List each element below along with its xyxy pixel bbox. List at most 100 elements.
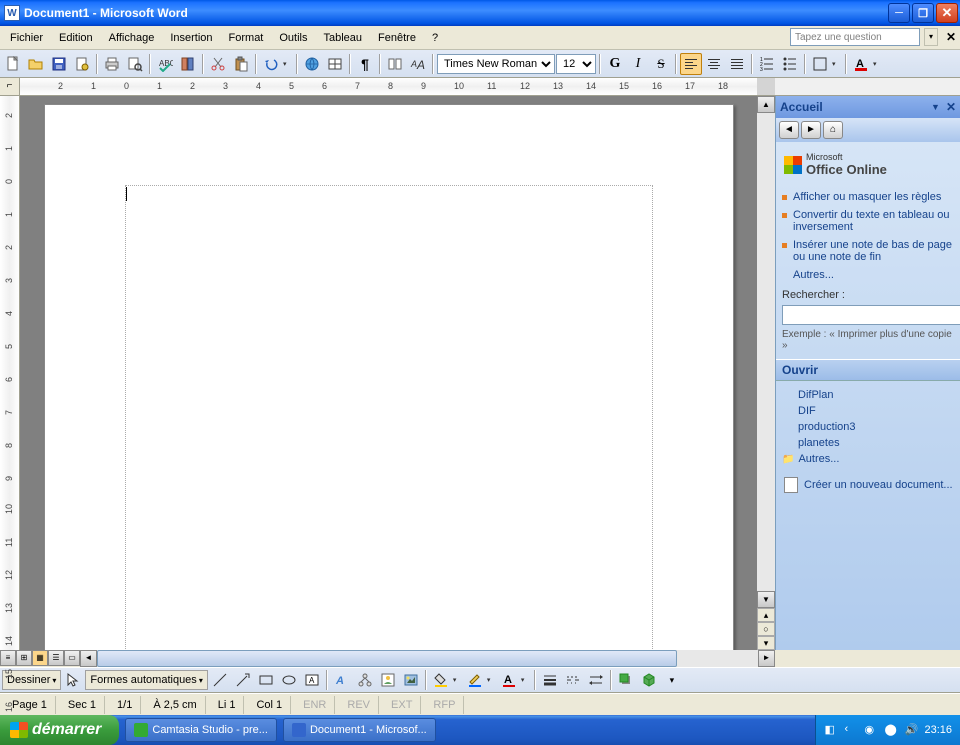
spellcheck-icon[interactable]: ABC <box>154 53 176 75</box>
link-others[interactable]: Autres... <box>782 269 954 281</box>
scroll-up-button[interactable]: ▲ <box>757 96 775 113</box>
help-search-input[interactable] <box>790 28 920 46</box>
3d-style-icon[interactable] <box>638 669 660 691</box>
menu-tableau[interactable]: Tableau <box>316 26 371 49</box>
status-ext[interactable]: EXT <box>383 696 421 714</box>
font-color-draw-icon[interactable]: A <box>498 669 520 691</box>
save-icon[interactable] <box>48 53 70 75</box>
clipart-icon[interactable] <box>377 669 399 691</box>
scroll-down-button[interactable]: ▼ <box>757 591 775 608</box>
font-color-draw-dropdown[interactable]: ▾ <box>521 676 531 684</box>
normal-view-button[interactable]: ≡ <box>0 650 16 666</box>
menu-edition[interactable]: Edition <box>51 26 101 49</box>
nav-forward-button[interactable]: ► <box>801 121 821 139</box>
ruler-corner[interactable]: ⌐ <box>0 78 20 95</box>
tray-icon[interactable]: ⬤ <box>884 723 898 737</box>
menu-help[interactable]: ? <box>424 26 446 49</box>
arrow-style-icon[interactable] <box>585 669 607 691</box>
create-new-document[interactable]: Créer un nouveau document... <box>782 477 954 493</box>
font-color-dropdown[interactable]: ▾ <box>873 60 883 68</box>
link-show-rulers[interactable]: Afficher ou masquer les règles <box>782 191 954 203</box>
minimize-button[interactable]: ─ <box>888 3 910 23</box>
tray-icon[interactable]: ◉ <box>864 723 878 737</box>
nav-back-button[interactable]: ◄ <box>779 121 799 139</box>
autoshapes-menu[interactable]: Formes automatiques ▾ <box>85 670 207 690</box>
tables-borders-icon[interactable] <box>324 53 346 75</box>
reading-view-button[interactable]: ▭ <box>64 650 80 666</box>
tray-icon[interactable]: ◧ <box>824 723 838 737</box>
menu-format[interactable]: Format <box>221 26 272 49</box>
menu-insertion[interactable]: Insertion <box>162 26 220 49</box>
select-objects-icon[interactable] <box>62 669 84 691</box>
line-style-icon[interactable] <box>539 669 561 691</box>
print-icon[interactable] <box>101 53 123 75</box>
borders-dropdown[interactable]: ▾ <box>832 60 842 68</box>
cut-icon[interactable] <box>207 53 229 75</box>
bullet-list-button[interactable] <box>779 53 801 75</box>
file-dif[interactable]: DIF <box>782 403 954 419</box>
status-rev[interactable]: REV <box>339 696 379 714</box>
new-document-icon[interactable] <box>2 53 24 75</box>
fill-color-dropdown[interactable]: ▾ <box>453 676 463 684</box>
line-tool-icon[interactable] <box>209 669 231 691</box>
font-family-select[interactable]: Times New Roman <box>437 54 555 74</box>
horizontal-scrollbar[interactable]: ◄ ► <box>80 650 775 667</box>
menu-fichier[interactable]: Fichier <box>2 26 51 49</box>
hscroll-thumb[interactable] <box>97 650 677 667</box>
document-close-button[interactable]: ✕ <box>942 26 960 49</box>
prev-page-button[interactable]: ▴ <box>757 608 775 622</box>
dash-style-icon[interactable] <box>562 669 584 691</box>
search-input[interactable] <box>782 305 960 325</box>
align-justify-button[interactable] <box>726 53 748 75</box>
menu-affichage[interactable]: Affichage <box>101 26 163 49</box>
line-color-icon[interactable] <box>464 669 486 691</box>
browse-object-button[interactable]: ○ <box>757 622 775 636</box>
link-footnote[interactable]: Insérer une note de bas de page ou une n… <box>782 239 954 263</box>
taskbar-item-word[interactable]: Document1 - Microsof... <box>283 718 436 742</box>
document-area[interactable] <box>20 96 757 650</box>
vertical-scrollbar[interactable]: ▲ ▼ ▴ ○ ▾ <box>757 96 775 650</box>
bold-button[interactable]: G <box>604 53 626 75</box>
nav-home-button[interactable]: ⌂ <box>823 121 843 139</box>
file-difplan[interactable]: DifPlan <box>782 387 954 403</box>
textbox-tool-icon[interactable]: A <box>301 669 323 691</box>
toolbar-options-icon[interactable]: ▾ <box>661 669 683 691</box>
paste-icon[interactable] <box>230 53 252 75</box>
print-layout-view-button[interactable]: ▦ <box>32 650 48 666</box>
menu-fenetre[interactable]: Fenêtre <box>370 26 424 49</box>
line-color-dropdown[interactable]: ▾ <box>487 676 497 684</box>
status-enr[interactable]: ENR <box>295 696 335 714</box>
diagram-icon[interactable] <box>354 669 376 691</box>
tray-volume-icon[interactable]: 🔊 <box>904 723 918 737</box>
document-page[interactable] <box>44 104 734 650</box>
shadow-style-icon[interactable] <box>615 669 637 691</box>
close-button[interactable]: ✕ <box>936 3 958 23</box>
rectangle-tool-icon[interactable] <box>255 669 277 691</box>
undo-dropdown[interactable]: ▾ <box>283 60 293 68</box>
open-icon[interactable] <box>25 53 47 75</box>
help-dropdown[interactable]: ▾ <box>924 28 938 46</box>
vertical-ruler[interactable]: 21012345678910111213141516 <box>0 96 20 650</box>
files-more[interactable]: Autres... <box>782 451 954 467</box>
align-left-button[interactable] <box>680 53 702 75</box>
numbered-list-button[interactable]: 123 <box>756 53 778 75</box>
undo-icon[interactable] <box>260 53 282 75</box>
taskbar-clock[interactable]: 23:16 <box>924 724 952 736</box>
tray-icon[interactable]: ‹ <box>844 723 858 737</box>
borders-button[interactable] <box>809 53 831 75</box>
scroll-left-button[interactable]: ◄ <box>80 650 97 667</box>
maximize-button[interactable]: ❐ <box>912 3 934 23</box>
status-rfp[interactable]: RFP <box>425 696 464 714</box>
research-icon[interactable] <box>177 53 199 75</box>
font-size-select[interactable]: 12 <box>556 54 596 74</box>
read-layout-icon[interactable] <box>384 53 406 75</box>
scroll-track[interactable] <box>757 113 775 591</box>
strikethrough-button[interactable]: S <box>650 53 672 75</box>
next-page-button[interactable]: ▾ <box>757 636 775 650</box>
web-view-button[interactable]: ⊞ <box>16 650 32 666</box>
scroll-right-button[interactable]: ► <box>758 650 775 667</box>
file-production3[interactable]: production3 <box>782 419 954 435</box>
show-paragraph-icon[interactable]: ¶ <box>354 53 376 75</box>
hyperlink-icon[interactable] <box>301 53 323 75</box>
link-convert-table[interactable]: Convertir du texte en tableau ou inverse… <box>782 209 954 233</box>
